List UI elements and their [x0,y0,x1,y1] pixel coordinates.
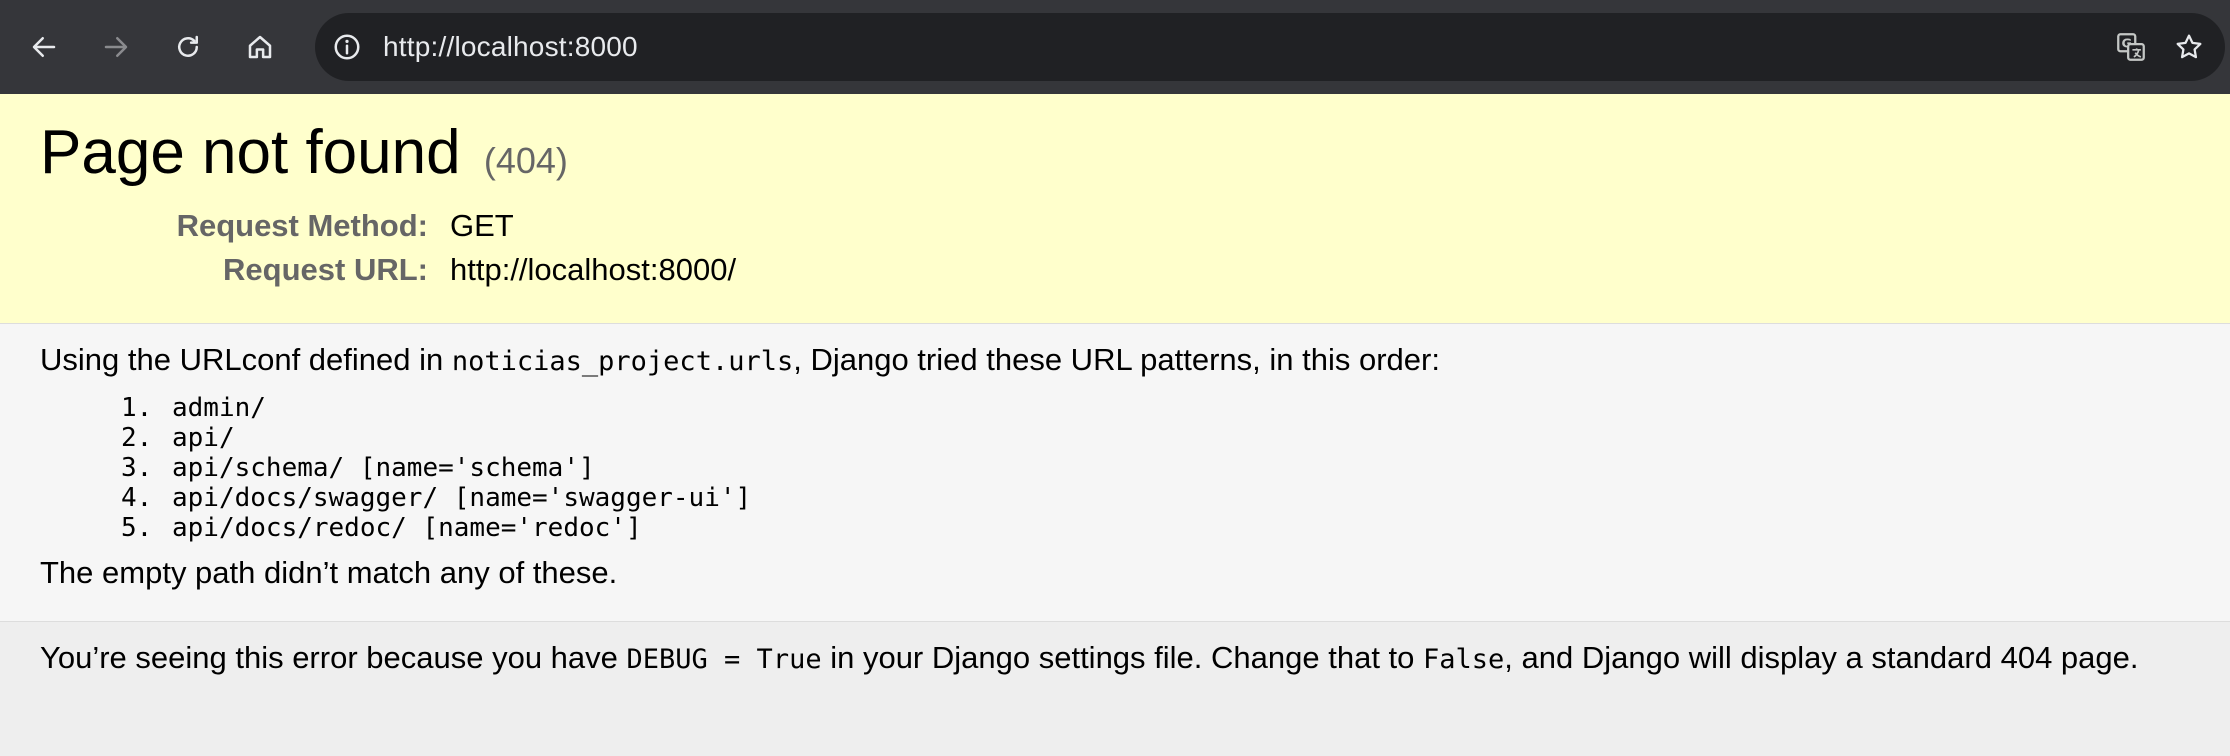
home-icon [248,35,272,59]
list-item: api/docs/swagger/ [name='swagger-ui'] [168,483,2190,513]
list-item: api/ [168,423,2190,453]
request-meta-table: Request Method: GET Request URL: http://… [40,204,737,292]
translate-icon[interactable]: G [2113,29,2149,65]
request-url-label: Request URL: [223,252,428,288]
request-method-row: Request Method: GET [40,204,736,248]
urlconf-name: noticias_project.urls [451,346,794,377]
list-item: api/schema/ [name='schema'] [168,453,2190,483]
request-url-row: Request URL: http://localhost:8000/ [40,248,736,292]
request-url-value: http://localhost:8000/ [450,252,737,288]
url-patterns-info: Using the URLconf defined in noticias_pr… [0,324,2230,622]
status-code: (404) [483,140,568,181]
page-title: Page not found (404) [40,94,2190,190]
error-summary: Page not found (404) Request Method: GET… [0,94,2230,324]
reload-button[interactable] [152,0,224,94]
false-code: False [1423,644,1505,675]
title-text: Page not found [40,118,461,187]
list-item: admin/ [168,393,2190,423]
bookmark-star-icon[interactable] [2171,29,2207,65]
address-bar[interactable]: http://localhost:8000 G [315,13,2225,81]
debug-code: DEBUG = True [626,644,822,675]
explanation-text: You’re seeing this error because you hav… [40,636,2190,681]
browser-toolbar: http://localhost:8000 G [0,0,2230,94]
back-arrow-icon [32,37,56,57]
site-info-icon[interactable] [331,31,363,63]
reload-icon [178,35,198,57]
intro-before: Using the URLconf defined in [40,342,452,377]
back-button[interactable] [8,0,80,94]
intro-after: , Django tried these URL patterns, in th… [793,342,1440,377]
explanation-part3: , and Django will display a standard 404… [1504,640,2139,675]
list-item: api/docs/redoc/ [name='redoc'] [168,513,2190,543]
home-button[interactable] [224,0,296,94]
url-text[interactable]: http://localhost:8000 [383,31,638,63]
forward-button[interactable] [80,0,152,94]
debug-explanation: You’re seeing this error because you hav… [0,622,2230,756]
explanation-part2: in your Django settings file. Change tha… [821,640,1424,675]
forward-arrow-icon [104,37,128,57]
request-method-value: GET [450,208,514,244]
explanation-part1: You’re seeing this error because you hav… [40,640,627,675]
request-method-label: Request Method: [176,208,428,244]
no-match-text: The empty path didn’t match any of these… [40,554,618,590]
urlconf-intro: Using the URLconf defined in noticias_pr… [40,338,2190,383]
url-pattern-list: admin/ api/ api/schema/ [name='schema'] … [40,393,2190,543]
